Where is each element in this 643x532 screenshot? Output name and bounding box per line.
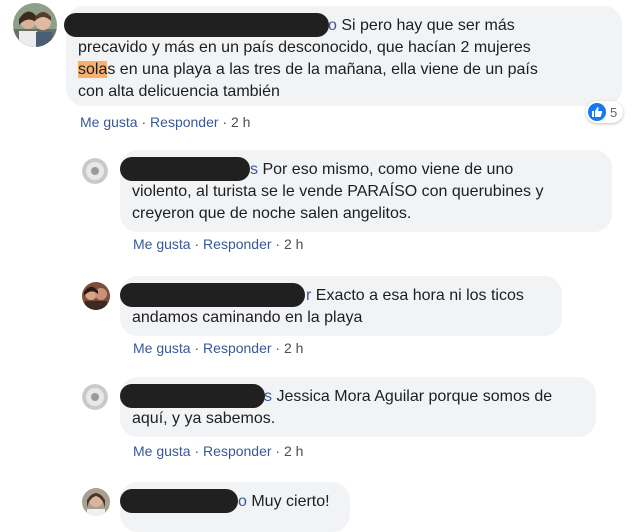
reply-button[interactable]: Responder — [203, 236, 272, 252]
comment-bubble: s Jessica Mora Aguilar porque somos de a… — [120, 377, 596, 437]
comment-text-line: con alta delicuencia también — [78, 83, 280, 100]
timestamp[interactable]: 2 h — [284, 236, 303, 252]
separator: · — [190, 443, 204, 459]
separator: · — [271, 340, 284, 356]
separator: · — [271, 236, 284, 252]
separator: · — [218, 114, 231, 130]
avatar[interactable] — [13, 3, 57, 47]
like-button[interactable]: Me gusta — [133, 236, 191, 252]
comment-bubble: o Muy cierto! — [120, 482, 350, 532]
comment-text-line: aquí, y ya sabemos. — [132, 410, 276, 427]
comment-text-line: Exacto a esa hora ni los ticos — [311, 287, 524, 304]
comment-text-line: andamos caminando en la playa — [132, 309, 363, 326]
comment-text-line: Jessica Mora Aguilar porque somos de — [272, 388, 553, 405]
comment-bubble: s Por eso mismo, como viene de uno viole… — [120, 150, 612, 232]
comment-text-line: creyeron que de noche salen angelitos. — [132, 205, 412, 222]
timestamp[interactable]: 2 h — [284, 340, 303, 356]
comment-author[interactable]: s — [264, 388, 272, 405]
separator: · — [137, 114, 151, 130]
comment-bubble: r Exacto a esa hora ni los ticos andamos… — [120, 276, 562, 336]
comment-text-line: Por eso mismo, como viene de uno — [258, 161, 514, 178]
timestamp[interactable]: 2 h — [284, 443, 303, 459]
reply-button[interactable]: Responder — [203, 443, 272, 459]
separator: · — [190, 236, 204, 252]
avatar[interactable] — [82, 282, 110, 310]
comment-text-line: violento, al turista se le vende PARAÍSO… — [132, 183, 544, 200]
avatar[interactable] — [82, 488, 110, 516]
comment-bubble: o Si pero hay que ser más precavido y má… — [64, 6, 622, 106]
reaction-count-label: 5 — [610, 104, 618, 120]
comment-text-line: s en una playa a las tres de la mañana, … — [107, 61, 538, 78]
timestamp[interactable]: 2 h — [231, 114, 250, 130]
avatar[interactable] — [82, 158, 108, 184]
like-button[interactable]: Me gusta — [133, 340, 191, 356]
comment-author[interactable]: s — [250, 161, 258, 178]
search-highlight: sola — [78, 61, 108, 78]
like-icon — [588, 103, 606, 121]
separator: · — [190, 340, 204, 356]
comment-author[interactable]: o — [238, 493, 247, 510]
comment-text-line: Muy cierto! — [246, 493, 330, 510]
comment-text-line: Si pero hay que ser más — [336, 17, 515, 34]
reaction-count[interactable]: 5 — [586, 101, 624, 123]
like-button[interactable]: Me gusta — [133, 443, 191, 459]
reply-button[interactable]: Responder — [150, 114, 219, 130]
separator: · — [271, 443, 284, 459]
avatar[interactable] — [82, 384, 108, 410]
comment-author[interactable]: o — [328, 17, 337, 34]
like-button[interactable]: Me gusta — [80, 114, 138, 130]
comment-text-line: precavido y más en un país desconocido, … — [78, 39, 531, 56]
reply-button[interactable]: Responder — [203, 340, 272, 356]
